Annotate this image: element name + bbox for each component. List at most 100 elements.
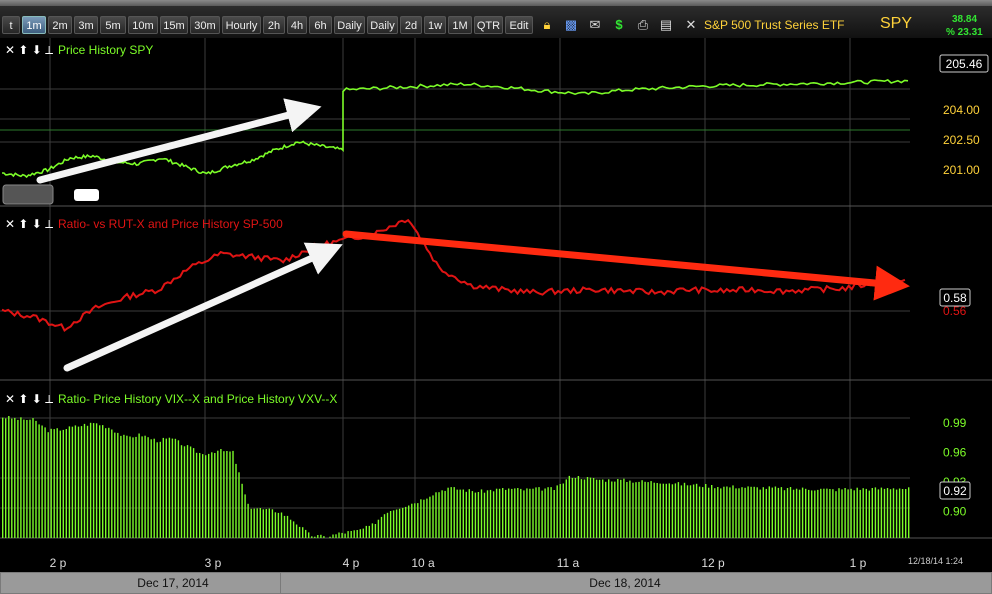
bar: [808, 489, 810, 538]
bar: [623, 478, 625, 538]
interval-button-30m[interactable]: 30m: [190, 16, 220, 34]
x-icon[interactable]: ✕: [683, 17, 699, 33]
bar: [811, 490, 813, 538]
bar: [644, 481, 646, 538]
interval-button-1m[interactable]: 1m: [22, 16, 46, 34]
news-icon[interactable]: ▤: [658, 17, 674, 33]
mail-icon[interactable]: ✉: [587, 17, 603, 33]
bar: [183, 446, 186, 538]
bar: [674, 483, 677, 538]
scroll-handle[interactable]: [2, 184, 54, 205]
symbol-label: SPY: [880, 15, 913, 32]
bar: [256, 508, 258, 538]
interval-button-daily[interactable]: Daily: [367, 16, 398, 34]
bar: [447, 487, 449, 538]
bar: [286, 515, 289, 538]
bar: [432, 495, 434, 538]
interval-button-edit[interactable]: Edit: [505, 16, 533, 34]
bar: [638, 481, 640, 538]
interval-button-daily[interactable]: Daily: [334, 16, 365, 34]
interval-button-2d[interactable]: 2d: [400, 16, 422, 34]
bar: [583, 479, 586, 538]
bar: [5, 418, 7, 538]
bar: [862, 488, 864, 538]
panel-controls-1[interactable]: ✕ ⬆ ⬇ ⟂: [5, 43, 53, 57]
bar: [780, 487, 783, 538]
bar: [586, 477, 589, 538]
interval-button-6h[interactable]: 6h: [309, 16, 332, 34]
bar: [532, 488, 534, 538]
bar: [171, 438, 174, 538]
bar: [856, 487, 858, 538]
bar: [274, 512, 277, 538]
bar: [356, 530, 358, 538]
bar: [750, 486, 752, 538]
y-tick-label: 202.50: [943, 133, 980, 147]
interval-button-3m[interactable]: 3m: [74, 16, 98, 34]
panel-title-ratio-rut: Ratio- vs RUT-X and Price History SP-500: [58, 217, 283, 231]
interval-button-t[interactable]: t: [2, 16, 20, 34]
bar: [477, 492, 480, 538]
bar: [438, 492, 440, 538]
interval-button-4h[interactable]: 4h: [287, 16, 307, 34]
interval-button-hourly[interactable]: Hourly: [222, 16, 261, 34]
bar: [547, 487, 549, 538]
interval-button-qtr[interactable]: QTR: [474, 16, 503, 34]
bar: [420, 499, 422, 538]
save-icon[interactable]: ▩: [563, 17, 579, 33]
interval-button-1m[interactable]: 1M: [448, 16, 472, 34]
bar: [786, 488, 789, 538]
bar: [429, 496, 431, 538]
date-label-2: Dec 18, 2014: [589, 576, 661, 590]
interval-button-15m[interactable]: 15m: [160, 16, 188, 34]
x-tick-label: 4 p: [343, 556, 360, 570]
lock-icon[interactable]: 🔒︎: [539, 17, 555, 33]
bar: [320, 534, 322, 538]
bar: [814, 490, 816, 538]
interval-button-5m[interactable]: 5m: [100, 16, 126, 34]
bar: [259, 508, 261, 538]
bar: [377, 519, 380, 538]
last-value-spy: 205.46: [946, 57, 983, 71]
bar: [568, 475, 570, 538]
x-tick-label: 1 p: [850, 556, 867, 570]
bar: [514, 488, 516, 538]
bar: [323, 536, 325, 538]
bar: [832, 489, 834, 538]
bar: [805, 488, 807, 538]
bar: [280, 512, 283, 538]
panel-controls-2[interactable]: ✕ ⬆ ⬇ ⟂: [5, 217, 53, 231]
bar: [726, 486, 728, 538]
bar: [562, 483, 564, 538]
timestamp: 12/18/14 1:24: [908, 556, 963, 566]
dollar-icon[interactable]: $: [611, 17, 627, 33]
bar: [247, 503, 249, 538]
quote-percent: % 23.31: [946, 27, 983, 38]
bar: [174, 438, 177, 538]
bar: [253, 508, 255, 538]
bar: [489, 489, 492, 538]
panel-controls-3[interactable]: ✕ ⬆ ⬇ ⟂: [5, 392, 53, 406]
interval-button-2h[interactable]: 2h: [263, 16, 285, 34]
bar: [238, 472, 240, 538]
bar: [495, 488, 498, 538]
bar: [117, 432, 119, 538]
bar: [114, 432, 116, 538]
bar: [223, 451, 225, 538]
bar: [747, 486, 749, 538]
scroll-thumb[interactable]: [74, 189, 99, 201]
bar: [423, 499, 425, 538]
bar: [53, 429, 55, 538]
bar: [871, 488, 873, 538]
interval-button-1w[interactable]: 1w: [424, 16, 446, 34]
bar: [311, 536, 313, 538]
bar: [205, 455, 207, 538]
print-icon[interactable]: ⎙: [635, 17, 651, 33]
interval-button-2m[interactable]: 2m: [48, 16, 72, 34]
bar: [368, 525, 370, 538]
bar: [405, 506, 407, 538]
bar: [592, 478, 595, 538]
bar: [147, 437, 149, 538]
interval-button-10m[interactable]: 10m: [128, 16, 158, 34]
y-tick-label: 201.00: [943, 163, 980, 177]
